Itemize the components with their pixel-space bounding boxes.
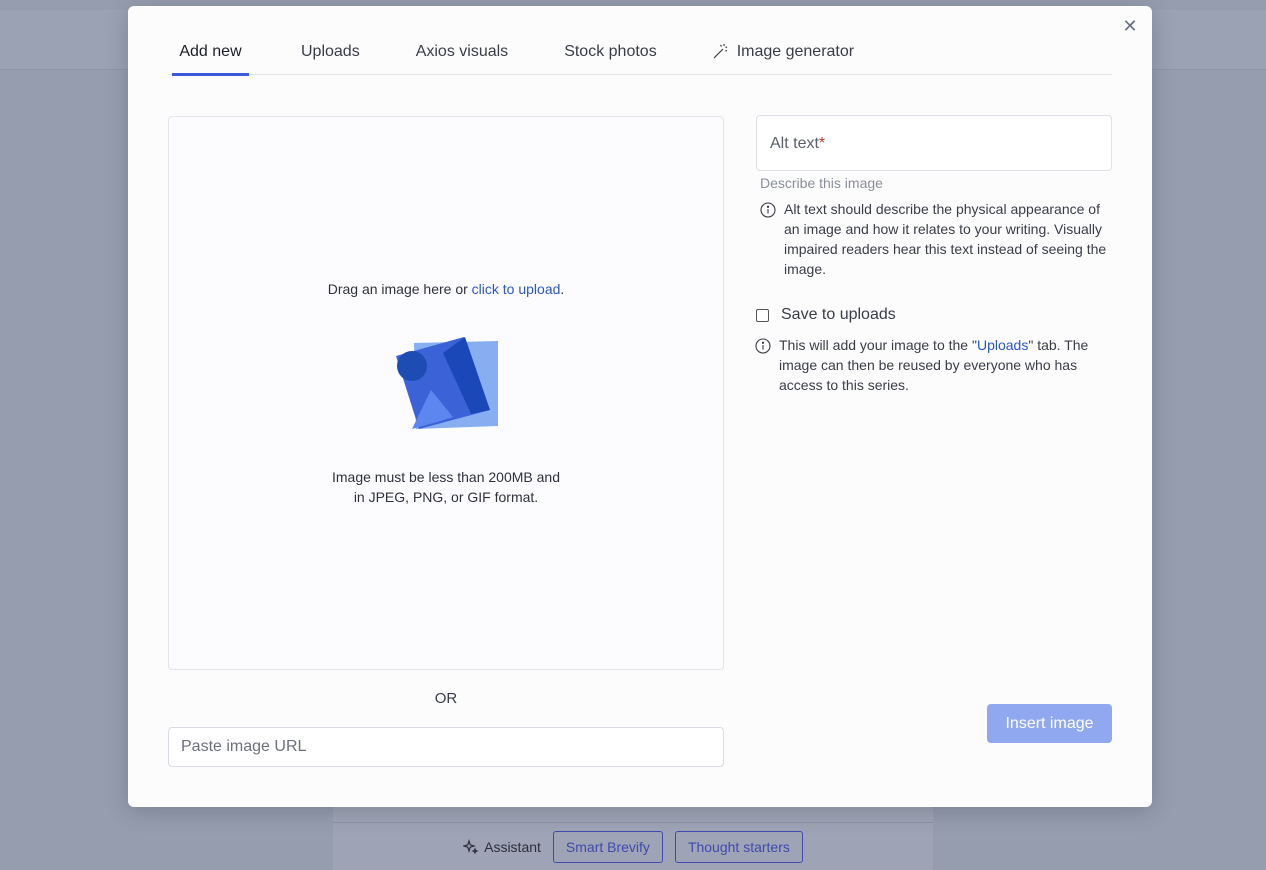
uploads-tab-link[interactable]: Uploads: [977, 337, 1028, 353]
limit-line-1: Image must be less than 200MB and: [331, 469, 561, 485]
add-image-modal: ✕ Add new Uploads Axios visuals Stock ph…: [128, 6, 1152, 807]
thought-starters-button[interactable]: Thought starters: [674, 830, 803, 863]
assistant-text: Assistant: [484, 838, 541, 855]
or-divider: OR: [434, 690, 458, 707]
info-icon: [760, 202, 776, 218]
save-uploads-info: This will add your image to the "Uploads…: [755, 335, 1115, 395]
alt-text-info: Alt text should describe the physical ap…: [760, 199, 1116, 279]
assistant-label[interactable]: Assistant: [463, 839, 541, 855]
tab-image-generator-label: Image generator: [736, 42, 855, 60]
tab-bar: Add new Uploads Axios visuals Stock phot…: [168, 28, 1112, 76]
file-limit-text: Image must be less than 200MB and in JPE…: [169, 467, 723, 507]
tab-image-generator[interactable]: Image generator: [712, 28, 854, 75]
magic-wand-icon: [713, 44, 727, 59]
tab-add-new[interactable]: Add new: [172, 28, 249, 76]
save-uploads-info-text: This will add your image to the "Uploads…: [779, 335, 1115, 395]
sparkle-icon: [463, 838, 479, 855]
image-placeholder-illustration: [396, 337, 498, 429]
smart-brevify-button[interactable]: Smart Brevify: [552, 830, 663, 863]
limit-line-2: in JPEG, PNG, or GIF format.: [353, 489, 539, 505]
click-to-upload-link[interactable]: click to upload: [472, 281, 561, 297]
save-to-uploads-label[interactable]: Save to uploads: [781, 306, 896, 324]
save-to-uploads-checkbox[interactable]: [756, 308, 769, 322]
save-to-uploads-row[interactable]: Save to uploads: [756, 306, 896, 324]
tab-stock-photos[interactable]: Stock photos: [564, 28, 657, 75]
close-icon[interactable]: ✕: [1122, 17, 1138, 35]
alt-text-helper: Describe this image: [760, 175, 883, 191]
info-prefix: This will add your image to the ": [779, 337, 977, 353]
alt-text-field[interactable]: Alt text*: [756, 115, 1112, 171]
tab-axios-visuals[interactable]: Axios visuals: [416, 28, 508, 75]
image-dropzone[interactable]: Drag an image here or click to upload. I…: [168, 116, 724, 670]
tab-uploads[interactable]: Uploads: [301, 28, 360, 75]
alt-text-input[interactable]: [757, 116, 1111, 170]
drag-instructions: Drag an image here or click to upload.: [169, 281, 723, 297]
alt-text-info-text: Alt text should describe the physical ap…: [784, 201, 1107, 277]
image-url-input[interactable]: [168, 727, 724, 767]
drag-suffix: .: [560, 281, 565, 297]
assistant-bar: Assistant Smart Brevify Thought starters: [333, 822, 933, 870]
info-icon: [755, 338, 771, 354]
drag-text: Drag an image here or: [327, 281, 472, 297]
insert-image-button[interactable]: Insert image: [987, 704, 1112, 743]
